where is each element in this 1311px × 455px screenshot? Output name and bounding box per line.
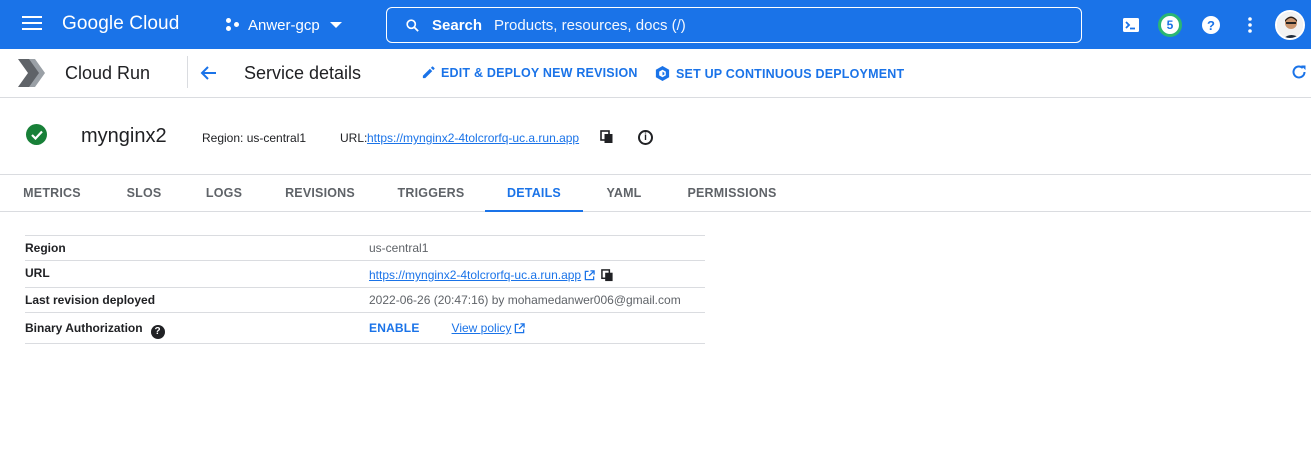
product-header: Cloud Run Service details EDIT & DEPLOY … bbox=[0, 49, 1311, 98]
check-circle-icon bbox=[26, 124, 47, 145]
enable-button[interactable]: ENABLE bbox=[369, 321, 420, 335]
notifications-badge[interactable]: 5 bbox=[1158, 13, 1182, 37]
project-name: Anwer-gcp bbox=[248, 16, 320, 34]
table-row: Binary Authorization? ENABLE View policy bbox=[25, 313, 705, 344]
region-value: us-central1 bbox=[369, 241, 429, 255]
open-in-new-icon[interactable] bbox=[514, 322, 526, 334]
table-row: Last revision deployed 2022-06-26 (20:47… bbox=[25, 288, 705, 313]
search-label: Search bbox=[432, 16, 483, 34]
search-placeholder: Products, resources, docs (/) bbox=[494, 16, 686, 34]
menu-icon[interactable] bbox=[22, 16, 42, 32]
pencil-icon bbox=[422, 66, 435, 79]
table-row: Region us-central1 bbox=[25, 236, 705, 261]
tab-bar: METRICS SLOS LOGS REVISIONS TRIGGERS DET… bbox=[0, 175, 1311, 212]
tab-yaml[interactable]: YAML bbox=[594, 175, 654, 211]
tab-triggers[interactable]: TRIGGERS bbox=[388, 175, 474, 211]
search-input[interactable]: Search Products, resources, docs (/) bbox=[386, 7, 1082, 43]
tab-logs[interactable]: LOGS bbox=[184, 175, 264, 211]
details-table: Region us-central1 URL https://mynginx2-… bbox=[25, 235, 705, 344]
service-url-label: URL: bbox=[340, 131, 368, 145]
service-name: mynginx2 bbox=[81, 125, 167, 147]
copy-icon[interactable] bbox=[601, 268, 614, 282]
cloud-run-logo-icon bbox=[18, 59, 48, 92]
project-selector[interactable]: Anwer-gcp bbox=[226, 14, 342, 36]
help-circle-icon[interactable]: ? bbox=[150, 324, 165, 339]
service-header: mynginx2 Region: us-central1 URL: https:… bbox=[0, 98, 1311, 175]
table-row: URL https://mynginx2-4tolcrorfq-uc.a.run… bbox=[25, 261, 705, 288]
top-app-bar: Google Cloud Anwer-gcp Search Products, … bbox=[0, 0, 1311, 49]
url-key: URL bbox=[25, 266, 50, 280]
tab-revisions[interactable]: REVISIONS bbox=[276, 175, 364, 211]
notification-count: 5 bbox=[1158, 13, 1182, 37]
service-url-link[interactable]: https://mynginx2-4tolcrorfq-uc.a.run.app bbox=[367, 131, 579, 145]
edit-deploy-label: EDIT & DEPLOY NEW REVISION bbox=[441, 65, 638, 80]
help-icon[interactable]: ? bbox=[1199, 13, 1223, 37]
copy-icon[interactable] bbox=[600, 130, 614, 144]
more-vert-icon[interactable] bbox=[1238, 13, 1262, 37]
open-in-new-icon[interactable] bbox=[584, 269, 595, 281]
page-title: Service details bbox=[244, 63, 362, 83]
back-arrow-icon[interactable] bbox=[199, 63, 219, 83]
info-icon[interactable]: i bbox=[638, 130, 653, 145]
edit-deploy-button[interactable]: EDIT & DEPLOY NEW REVISION bbox=[421, 65, 638, 80]
refresh-icon[interactable] bbox=[1291, 64, 1309, 82]
last-revision-value: 2022-06-26 (20:47:16) by mohamedanwer006… bbox=[369, 293, 681, 307]
google-cloud-logo[interactable]: Google Cloud bbox=[62, 13, 179, 35]
service-region: Region: us-central1 bbox=[202, 131, 307, 145]
tab-permissions[interactable]: PERMISSIONS bbox=[678, 175, 786, 211]
view-policy-link[interactable]: View policy bbox=[452, 321, 512, 335]
region-key: Region bbox=[25, 241, 66, 255]
tab-slos[interactable]: SLOS bbox=[104, 175, 184, 211]
chevron-down-icon bbox=[329, 22, 342, 28]
cloud-build-icon bbox=[655, 65, 670, 82]
project-hierarchy-icon bbox=[226, 17, 242, 33]
continuous-deployment-label: SET UP CONTINUOUS DEPLOYMENT bbox=[676, 66, 905, 81]
continuous-deployment-button[interactable]: SET UP CONTINUOUS DEPLOYMENT bbox=[654, 65, 904, 82]
tab-details[interactable]: DETAILS bbox=[485, 175, 583, 212]
tab-metrics[interactable]: METRICS bbox=[12, 175, 92, 211]
binary-auth-value: ENABLE View policy bbox=[369, 321, 526, 335]
product-title: Cloud Run bbox=[65, 63, 151, 83]
search-icon bbox=[406, 18, 419, 32]
binary-auth-key: Binary Authorization? bbox=[25, 321, 165, 339]
cloud-shell-icon[interactable] bbox=[1119, 13, 1143, 37]
avatar[interactable] bbox=[1275, 10, 1305, 40]
last-revision-key: Last revision deployed bbox=[25, 293, 156, 307]
url-value: https://mynginx2-4tolcrorfq-uc.a.run.app bbox=[369, 268, 614, 282]
divider bbox=[187, 56, 188, 88]
service-url-table-link[interactable]: https://mynginx2-4tolcrorfq-uc.a.run.app bbox=[369, 268, 581, 282]
binary-auth-label: Binary Authorization bbox=[25, 321, 143, 335]
